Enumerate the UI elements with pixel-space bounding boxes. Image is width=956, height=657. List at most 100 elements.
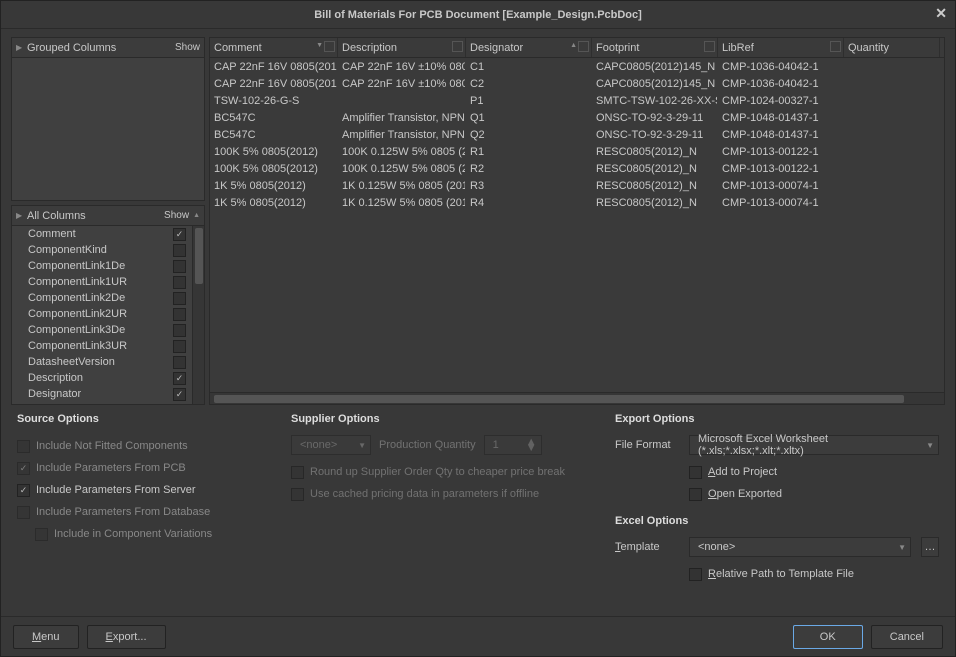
sort-icon: ▼ — [316, 42, 323, 49]
scrollbar-thumb[interactable] — [195, 228, 203, 284]
chk-add-project[interactable] — [689, 466, 702, 479]
col-description[interactable]: Description — [338, 38, 466, 57]
table-cell: CAP 22nF 16V 0805(2012 — [210, 61, 338, 73]
table-row[interactable]: 1K 5% 0805(2012)1K 0.125W 5% 0805 (201R4… — [210, 194, 944, 211]
all-columns-item-checkbox[interactable] — [173, 340, 186, 353]
h-scrollbar-thumb[interactable] — [214, 395, 904, 403]
export-button[interactable]: Export... — [87, 625, 166, 649]
all-columns-item-label: ComponentLink1De — [28, 260, 173, 272]
col-quantity[interactable]: Quantity — [844, 38, 940, 57]
filter-icon[interactable] — [704, 41, 715, 52]
chk-roundup — [291, 466, 304, 479]
production-qty-spinner: 1▲▼ — [484, 435, 542, 455]
table-cell: CAP 22nF 16V ±10% 080 — [338, 61, 466, 73]
file-format-label: File Format — [615, 439, 681, 451]
table-row[interactable]: TSW-102-26-G-SP1SMTC-TSW-102-26-XX-SCMP-… — [210, 92, 944, 109]
table-body[interactable]: CAP 22nF 16V 0805(2012CAP 22nF 16V ±10% … — [210, 58, 944, 390]
table-cell: CMP-1013-00074-1 — [718, 197, 844, 209]
all-columns-item-checkbox[interactable] — [173, 324, 186, 337]
window-title: Bill of Materials For PCB Document [Exam… — [314, 9, 642, 21]
all-columns-list[interactable]: CommentComponentKind ComponentLink1De Comp… — [12, 226, 204, 404]
filter-icon[interactable] — [830, 41, 841, 52]
table-row[interactable]: BC547CAmplifier Transistor, NPNQ1ONSC-TO… — [210, 109, 944, 126]
all-columns-item[interactable]: Description — [12, 370, 204, 386]
all-columns-item[interactable]: ComponentLink1De — [12, 258, 204, 274]
table-row[interactable]: 100K 5% 0805(2012)100K 0.125W 5% 0805 (2… — [210, 143, 944, 160]
chk-params-server[interactable] — [17, 484, 30, 497]
table-cell: 100K 5% 0805(2012) — [210, 163, 338, 175]
filter-icon[interactable] — [452, 41, 463, 52]
chevron-right-icon[interactable]: ▶ — [16, 211, 24, 220]
table-row[interactable]: BC547CAmplifier Transistor, NPNQ2ONSC-TO… — [210, 126, 944, 143]
all-columns-item-checkbox[interactable] — [173, 356, 186, 369]
table-cell: CMP-1048-01437-1 — [718, 129, 844, 141]
file-format-combo[interactable]: Microsoft Excel Worksheet (*.xls;*.xlsx;… — [689, 435, 939, 455]
all-columns-item-checkbox[interactable] — [173, 388, 186, 401]
all-columns-header[interactable]: All Columns — [27, 210, 164, 222]
table-cell: 100K 0.125W 5% 0805 (2 — [338, 163, 466, 175]
table-cell: CMP-1036-04042-1 — [718, 78, 844, 90]
table-row[interactable]: 100K 5% 0805(2012)100K 0.125W 5% 0805 (2… — [210, 160, 944, 177]
all-columns-item[interactable]: ComponentLink3De — [12, 322, 204, 338]
table-cell: BC547C — [210, 129, 338, 141]
all-columns-item-checkbox[interactable] — [173, 372, 186, 385]
all-columns-item-checkbox[interactable] — [173, 404, 186, 405]
all-columns-item-checkbox[interactable] — [173, 244, 186, 257]
col-comment[interactable]: Comment▼ — [210, 38, 338, 57]
all-columns-item[interactable]: DesignItemId — [12, 402, 204, 404]
all-columns-item[interactable]: ComponentKind — [12, 242, 204, 258]
grouped-columns-header[interactable]: Grouped Columns — [27, 42, 175, 54]
table-row[interactable]: 1K 5% 0805(2012)1K 0.125W 5% 0805 (201R3… — [210, 177, 944, 194]
all-columns-item-checkbox[interactable] — [173, 228, 186, 241]
all-columns-item-label: ComponentLink1UR — [28, 276, 173, 288]
all-columns-item[interactable]: ComponentLink2UR — [12, 306, 204, 322]
all-columns-item-checkbox[interactable] — [173, 292, 186, 305]
table-row[interactable]: CAP 22nF 16V 0805(2012CAP 22nF 16V ±10% … — [210, 58, 944, 75]
template-combo[interactable]: <none>▼ — [689, 537, 911, 557]
grouped-columns-show[interactable]: Show — [175, 42, 200, 53]
all-columns-item-checkbox[interactable] — [173, 308, 186, 321]
col-designator[interactable]: Designator▲ — [466, 38, 592, 57]
all-columns-item-label: Description — [28, 372, 173, 384]
chevron-right-icon[interactable]: ▶ — [16, 43, 24, 52]
table-cell: CMP-1048-01437-1 — [718, 112, 844, 124]
h-scrollbar[interactable] — [210, 392, 944, 404]
chk-open-exported[interactable] — [689, 488, 702, 501]
source-options-title: Source Options — [17, 413, 277, 425]
all-columns-item[interactable]: Designator — [12, 386, 204, 402]
table-cell: 1K 5% 0805(2012) — [210, 197, 338, 209]
table-cell: CAP 22nF 16V ±10% 080 — [338, 78, 466, 90]
table-cell: ONSC-TO-92-3-29-11 — [592, 129, 718, 141]
table-cell: CMP-1024-00327-1 — [718, 95, 844, 107]
chk-relative-path[interactable] — [689, 568, 702, 581]
all-columns-item-label: ComponentLink2UR — [28, 308, 173, 320]
col-libref[interactable]: LibRef — [718, 38, 844, 57]
scrollbar-track[interactable] — [192, 226, 204, 404]
all-columns-show[interactable]: Show — [164, 210, 189, 221]
all-columns-item[interactable]: ComponentLink3UR — [12, 338, 204, 354]
table-header-row: Comment▼ Description Designator▲ Footpri… — [210, 38, 944, 58]
table-cell: SMTC-TSW-102-26-XX-S — [592, 95, 718, 107]
close-icon[interactable]: ✕ — [935, 5, 947, 22]
col-footprint[interactable]: Footprint — [592, 38, 718, 57]
all-columns-item[interactable]: Comment — [12, 226, 204, 242]
filter-icon[interactable] — [578, 41, 589, 52]
table-cell: TSW-102-26-G-S — [210, 95, 338, 107]
sort-up-icon[interactable]: ▲ — [193, 212, 200, 219]
table-row[interactable]: CAP 22nF 16V 0805(2012CAP 22nF 16V ±10% … — [210, 75, 944, 92]
all-columns-item[interactable]: DatasheetVersion — [12, 354, 204, 370]
table-cell: RESC0805(2012)_N — [592, 197, 718, 209]
template-browse-button[interactable]: … — [921, 537, 939, 557]
all-columns-item-checkbox[interactable] — [173, 276, 186, 289]
ok-button[interactable]: OK — [793, 625, 863, 649]
filter-icon[interactable] — [324, 41, 335, 52]
chevron-down-icon: ▼ — [926, 441, 934, 450]
menu-button[interactable]: Menu — [13, 625, 79, 649]
table-cell: RESC0805(2012)_N — [592, 163, 718, 175]
table-cell: CMP-1013-00074-1 — [718, 180, 844, 192]
all-columns-item-checkbox[interactable] — [173, 260, 186, 273]
all-columns-item[interactable]: ComponentLink1UR — [12, 274, 204, 290]
titlebar: Bill of Materials For PCB Document [Exam… — [1, 1, 955, 29]
all-columns-item[interactable]: ComponentLink2De — [12, 290, 204, 306]
cancel-button[interactable]: Cancel — [871, 625, 943, 649]
